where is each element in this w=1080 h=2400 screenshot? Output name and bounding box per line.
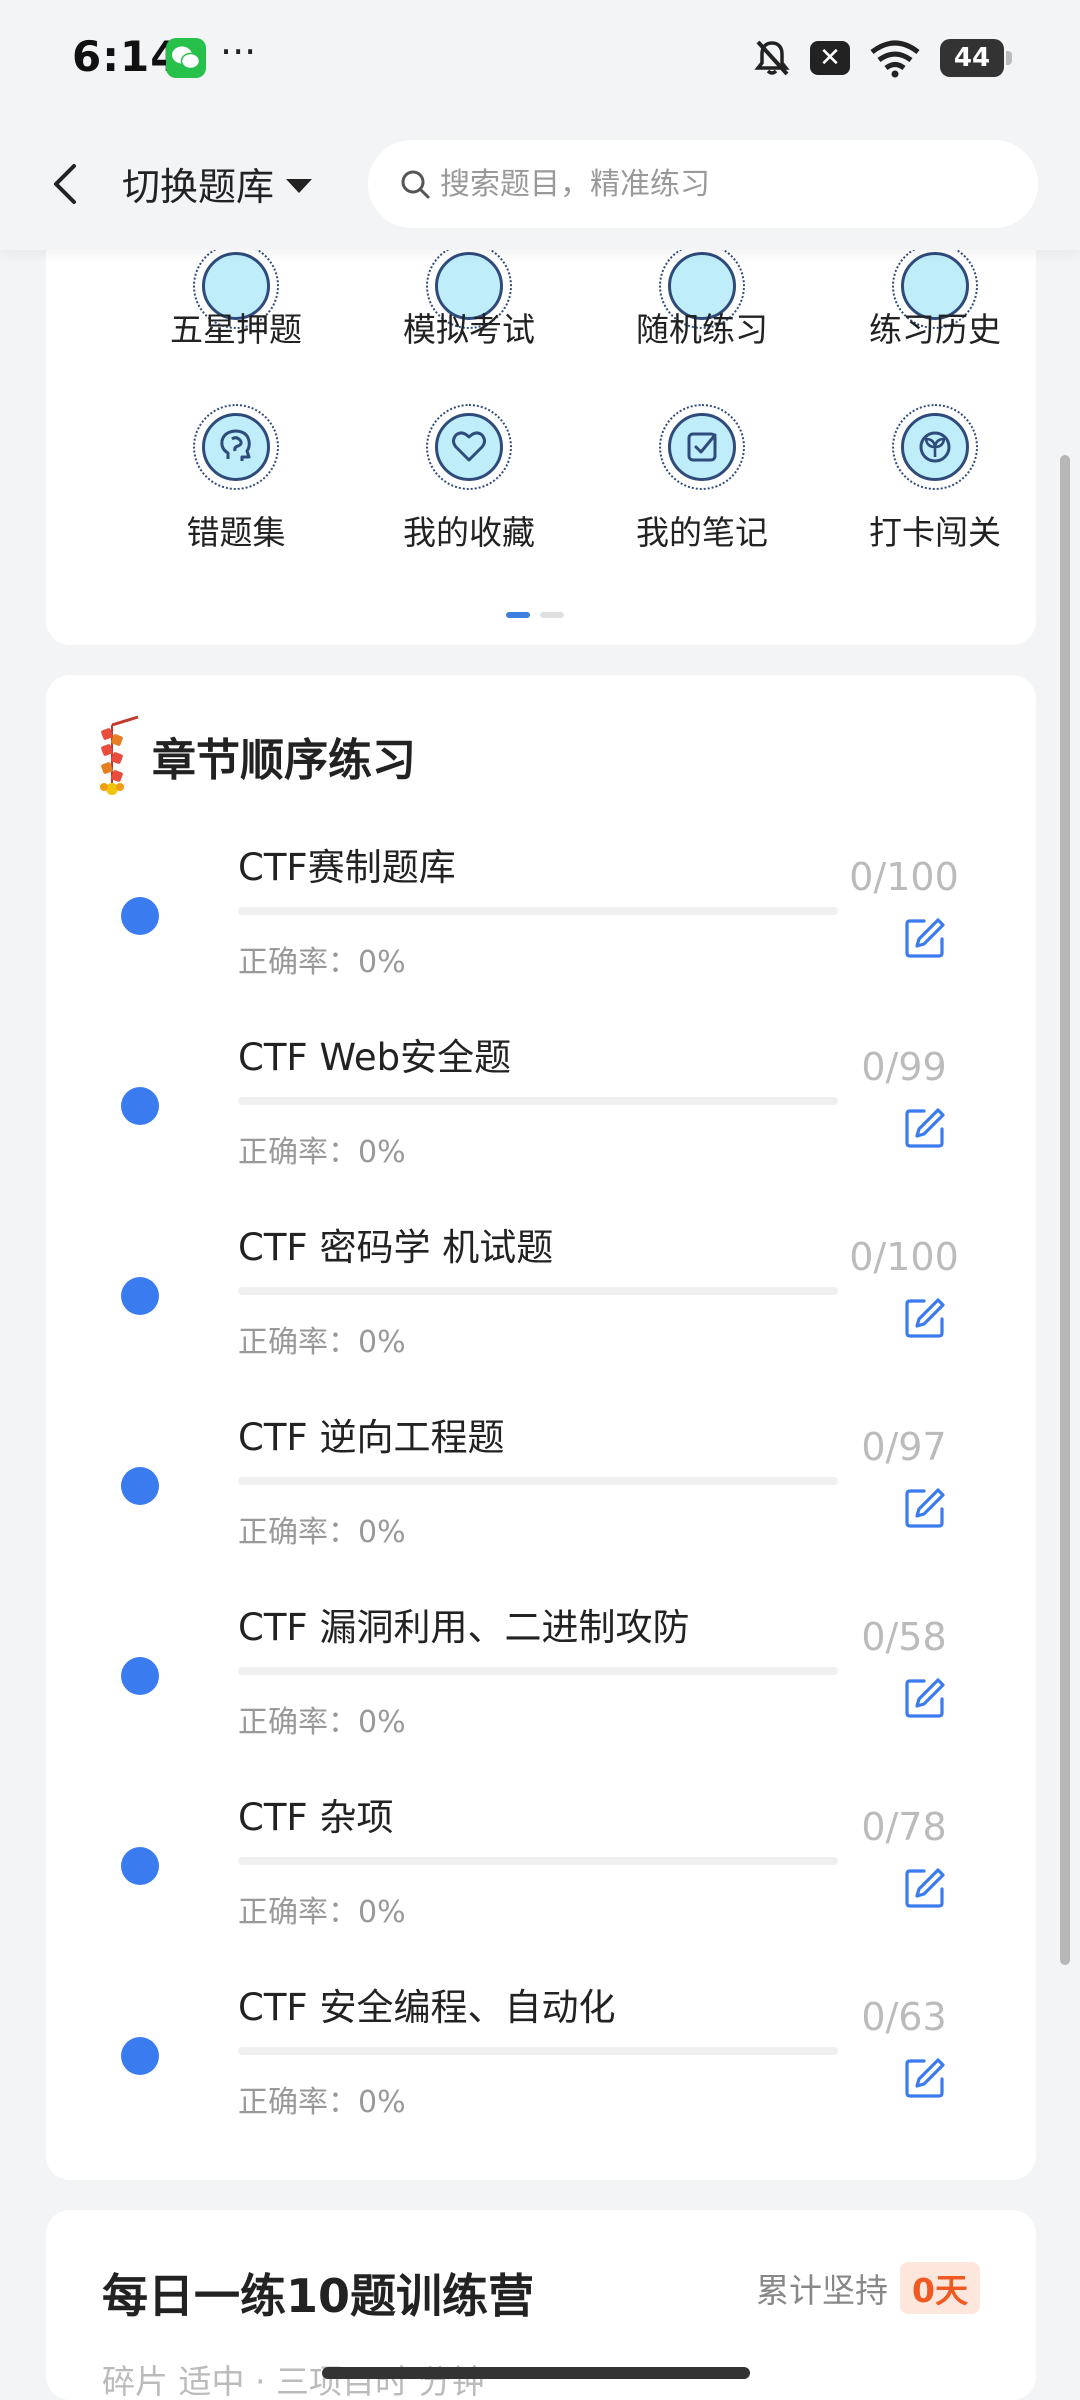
- header: 切换题库: [0, 120, 1080, 250]
- chapter-progress-bar: [238, 1477, 838, 1485]
- back-arrow-icon[interactable]: [46, 160, 86, 208]
- chapter-progress-bar: [238, 1667, 838, 1675]
- chapter-accuracy: 正确率：0%: [238, 1515, 406, 1550]
- chapter-accuracy: 正确率：0%: [238, 945, 406, 980]
- chapter-dot: [121, 1657, 159, 1695]
- chapter-progress-bar: [238, 907, 838, 915]
- more-notifications: ···: [220, 30, 257, 74]
- edit-icon[interactable]: [902, 2055, 948, 2101]
- chapter-name: CTF Web安全题: [238, 1036, 512, 1079]
- chapter-row[interactable]: CTF赛制题库 正确率：0% 0/100: [46, 837, 1036, 997]
- chapter-count: 0/63: [861, 1995, 947, 2039]
- chapter-name: CTF赛制题库: [238, 846, 456, 889]
- chapter-header: 章节顺序练习: [90, 715, 416, 797]
- chapter-name: CTF 密码学 机试题: [238, 1226, 554, 1269]
- grid-item-checkin[interactable]: 打卡闯关: [835, 404, 1035, 554]
- status-right: ✕ 44: [752, 36, 1012, 80]
- chapter-count: 0/99: [861, 1045, 947, 1089]
- grid-item-label: 错题集: [186, 513, 286, 552]
- edit-icon[interactable]: [902, 915, 948, 961]
- home-indicator[interactable]: [322, 2367, 750, 2379]
- status-time: 6:14: [72, 32, 181, 81]
- page-dot-active: [506, 612, 530, 618]
- page: 6:14 ··· ✕ 44 切换题库 搜索题目，精准练习 五星押题 模拟考试 随…: [0, 0, 1080, 2400]
- search-input[interactable]: [440, 166, 1000, 202]
- streak-badge: 0天: [900, 2262, 980, 2314]
- grid-item-notes[interactable]: 我的笔记: [602, 404, 802, 554]
- camp-streak: 累计坚持 0天: [756, 2262, 980, 2314]
- chapter-accuracy: 正确率：0%: [238, 2085, 406, 2120]
- chapter-dot: [121, 2037, 159, 2075]
- feature-grid: 五星押题 模拟考试 随机练习 练习历史 错题集 我的收藏 我的笔记 打卡闯关: [46, 200, 1036, 645]
- close-box-icon: ✕: [810, 41, 850, 75]
- chapter-title: 章节顺序练习: [152, 735, 416, 786]
- page-indicator: [506, 612, 564, 618]
- edit-icon[interactable]: [902, 1675, 948, 1721]
- chapter-row[interactable]: CTF Web安全题 正确率：0% 0/99: [46, 1027, 1036, 1187]
- battery-icon: 44: [940, 39, 1012, 77]
- chapter-dot: [121, 1087, 159, 1125]
- chapter-progress-bar: [238, 1097, 838, 1105]
- wechat-icon: [166, 38, 206, 78]
- chapter-count: 0/100: [849, 855, 959, 899]
- firecracker-icon: [100, 715, 139, 795]
- heart-icon: [426, 404, 512, 490]
- chapter-name: CTF 漏洞利用、二进制攻防: [238, 1606, 690, 1649]
- streak-label: 累计坚持: [756, 2271, 889, 2310]
- chapter-accuracy: 正确率：0%: [238, 1325, 406, 1360]
- grid-item-label: 我的收藏: [403, 513, 535, 552]
- sprout-icon: [892, 404, 978, 490]
- wifi-icon: [870, 40, 920, 78]
- grid-item-label: 打卡闯关: [869, 513, 1001, 552]
- grid-item-label: 模拟考试: [403, 310, 535, 349]
- chapter-dot: [121, 1847, 159, 1885]
- chapter-name: CTF 逆向工程题: [238, 1416, 505, 1459]
- chapter-name: CTF 杂项: [238, 1796, 394, 1839]
- chapter-name: CTF 安全编程、自动化: [238, 1986, 616, 2029]
- chapter-progress-bar: [238, 1287, 838, 1295]
- grid-item-label: 我的笔记: [636, 513, 768, 552]
- chapter-practice-card: 章节顺序练习 CTF赛制题库 正确率：0% 0/100 CTF Web安全题 正…: [46, 675, 1036, 2180]
- chapter-accuracy: 正确率：0%: [238, 1895, 406, 1930]
- chapter-count: 0/100: [849, 1235, 959, 1279]
- chapter-progress-bar: [238, 1857, 838, 1865]
- chapter-accuracy: 正确率：0%: [238, 1135, 406, 1170]
- edit-icon[interactable]: [902, 1485, 948, 1531]
- mute-bell-icon: [754, 40, 790, 76]
- grid-item-wrong-answers[interactable]: 错题集: [136, 404, 336, 554]
- grid-item-label: 五星押题: [170, 310, 302, 349]
- brain-icon: [193, 404, 279, 490]
- scrollbar[interactable]: [1060, 455, 1070, 1965]
- chapter-dot: [121, 897, 159, 935]
- chapter-dot: [121, 1277, 159, 1315]
- chapter-accuracy: 正确率：0%: [238, 1705, 406, 1740]
- page-dot: [540, 612, 564, 618]
- caret-down-icon: [286, 178, 313, 193]
- chapter-row[interactable]: CTF 杂项 正确率：0% 0/78: [46, 1787, 1036, 1947]
- chapter-dot: [121, 1467, 159, 1505]
- switch-bank-label: 切换题库: [122, 165, 275, 209]
- grid-item-label: 练习历史: [869, 310, 1001, 349]
- chapter-row[interactable]: CTF 逆向工程题 正确率：0% 0/97: [46, 1407, 1036, 1567]
- grid-item-label: 随机练习: [636, 310, 768, 349]
- chapter-row[interactable]: CTF 安全编程、自动化 正确率：0% 0/63: [46, 1977, 1036, 2137]
- edit-icon[interactable]: [902, 1105, 948, 1151]
- status-bar: 6:14 ··· ✕ 44: [0, 0, 1080, 120]
- chapter-count: 0/58: [861, 1615, 947, 1659]
- grid-item-favorites[interactable]: 我的收藏: [369, 404, 569, 554]
- chapter-count: 0/97: [861, 1425, 947, 1469]
- search-bar[interactable]: [368, 140, 1038, 228]
- edit-icon[interactable]: [902, 1865, 948, 1911]
- chapter-progress-bar: [238, 2047, 838, 2055]
- search-icon: [401, 170, 430, 199]
- chapter-row[interactable]: CTF 密码学 机试题 正确率：0% 0/100: [46, 1217, 1036, 1377]
- camp-title: 每日一练10题训练营: [102, 2269, 535, 2323]
- chapter-count: 0/78: [861, 1805, 947, 1849]
- chapter-row[interactable]: CTF 漏洞利用、二进制攻防 正确率：0% 0/58: [46, 1597, 1036, 1757]
- note-icon: [659, 404, 745, 490]
- edit-icon[interactable]: [902, 1295, 948, 1341]
- switch-bank-button[interactable]: 切换题库: [122, 156, 313, 211]
